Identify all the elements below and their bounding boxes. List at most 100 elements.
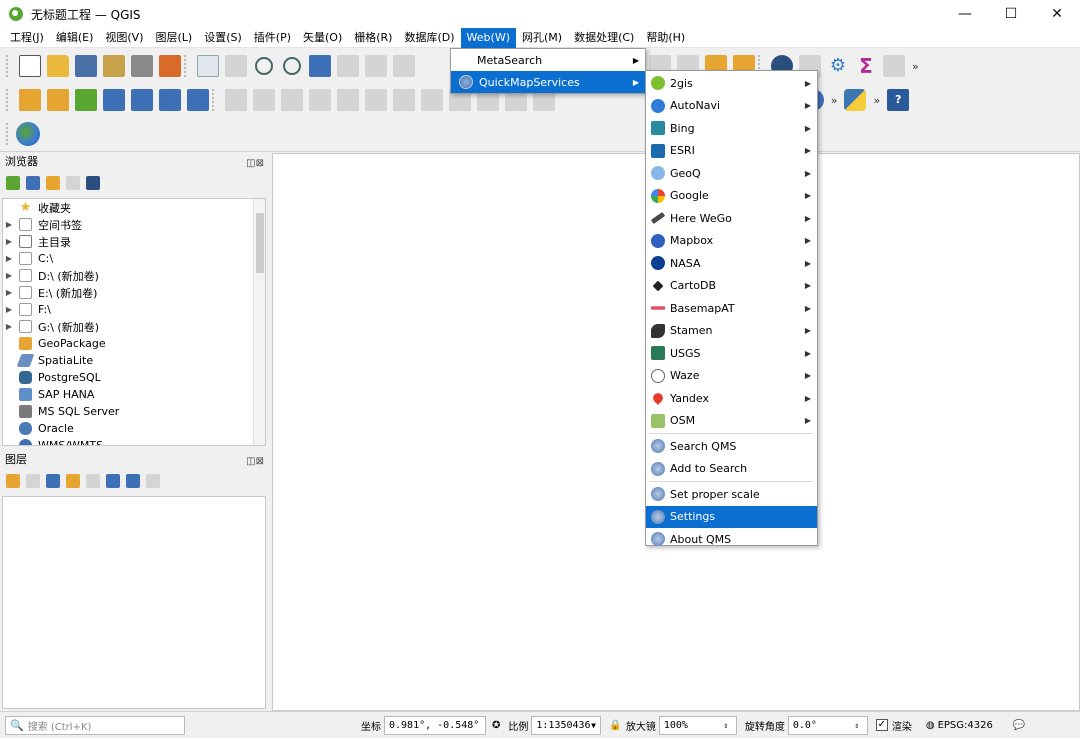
expand-arrow-icon[interactable]: ▶ — [3, 288, 15, 297]
pan-to-selection-icon[interactable] — [225, 55, 247, 77]
qms-provider-item[interactable]: AutoNavi ▶ — [646, 95, 817, 118]
current-edits-icon[interactable] — [225, 89, 247, 111]
remove-layer-icon[interactable] — [146, 474, 160, 488]
menu-item[interactable]: 插件(P) — [248, 28, 297, 48]
qms-provider-item[interactable]: Mapbox ▶ — [646, 230, 817, 253]
style-layers-icon[interactable] — [6, 474, 20, 488]
browser-tree-item[interactable]: ▶ 主目录 — [3, 233, 265, 250]
crs-status[interactable]: EPSG:4326 — [938, 720, 993, 731]
qms-settings-item[interactable]: About QMS — [646, 528, 817, 551]
add-group-icon[interactable] — [26, 474, 40, 488]
qms-search-item[interactable]: Search QMS — [646, 435, 817, 458]
qms-provider-item[interactable]: Yandex ▶ — [646, 387, 817, 410]
messages-icon[interactable]: 💬 — [1013, 720, 1025, 731]
style-manager-icon[interactable] — [159, 55, 181, 77]
settings-gear-icon[interactable]: ⚙ — [827, 55, 849, 77]
browser-tree-item[interactable]: PostgreSQL — [3, 369, 265, 386]
browser-tree-item[interactable]: Oracle — [3, 420, 265, 437]
zoom-out-icon[interactable] — [283, 57, 301, 75]
browser-tree-item[interactable]: ▶ 空间书签 — [3, 216, 265, 233]
add-raster-layer-icon[interactable] — [103, 89, 125, 111]
help-icon[interactable]: ? — [887, 89, 910, 111]
magnifier-spinbox[interactable]: 100% ⇕ — [658, 715, 737, 735]
menu-item[interactable]: 图层(L) — [149, 28, 198, 48]
qms-settings-item[interactable]: Set proper scale — [646, 483, 817, 506]
browser-tree-item[interactable]: GeoPackage — [3, 335, 265, 352]
qms-provider-item[interactable]: 2gis ▶ — [646, 72, 817, 95]
zoom-in-icon[interactable] — [255, 57, 273, 75]
qms-provider-item[interactable]: OSM ▶ — [646, 410, 817, 433]
open-project-icon[interactable] — [47, 55, 69, 77]
toolbar-grip[interactable] — [6, 55, 10, 77]
browser-tree-item[interactable]: ▶ F:\ — [3, 301, 265, 318]
delete-selected-icon[interactable] — [393, 89, 415, 111]
menu-item[interactable]: 设置(S) — [198, 28, 248, 48]
toggle-editing-icon[interactable] — [253, 89, 275, 111]
browser-tree-item[interactable]: ★ 收藏夹 — [3, 199, 265, 216]
menu-item[interactable]: 矢量(O) — [297, 28, 348, 48]
browser-tree-item[interactable]: ▶ C:\ — [3, 250, 265, 267]
web-menu-item[interactable]: QuickMapServices ▶ — [451, 71, 645, 93]
toolbar-grip[interactable] — [212, 89, 216, 111]
qms-provider-item[interactable]: Here WeGo ▶ — [646, 207, 817, 230]
browser-tree-item[interactable]: ▶ G:\ (新加卷) — [3, 318, 265, 335]
save-edits-icon[interactable] — [281, 89, 303, 111]
menu-item[interactable]: 栅格(R) — [348, 28, 398, 48]
add-feature-icon[interactable] — [309, 89, 331, 111]
properties-icon[interactable] — [86, 176, 100, 190]
qms-provider-item[interactable]: Bing ▶ — [646, 117, 817, 140]
expand-arrow-icon[interactable]: ▶ — [3, 305, 15, 314]
qms-provider-item[interactable]: Google ▶ — [646, 185, 817, 208]
spinner-arrows-icon[interactable]: ⇕ — [720, 721, 732, 730]
spinner-arrows-icon[interactable]: ⇕ — [851, 721, 863, 730]
close-button[interactable]: ✕ — [1034, 0, 1080, 28]
menu-item[interactable]: 帮助(H) — [640, 28, 691, 48]
expand-arrow-icon[interactable]: ▶ — [3, 271, 15, 280]
add-virtual-layer-icon[interactable] — [187, 89, 209, 111]
more-tools-chevron-icon[interactable]: » — [831, 94, 838, 107]
qms-provider-item[interactable]: NASA ▶ — [646, 252, 817, 275]
toolbar-grip[interactable] — [6, 122, 10, 145]
qms-provider-item[interactable]: ESRI ▶ — [646, 140, 817, 163]
filter-by-expression-icon[interactable] — [86, 474, 100, 488]
expand-arrow-icon[interactable]: ▶ — [3, 237, 15, 246]
filter-legend-icon[interactable] — [66, 474, 80, 488]
add-mesh-layer-icon[interactable] — [131, 89, 153, 111]
pan-map-icon[interactable] — [197, 55, 219, 77]
qms-search-item[interactable]: Add to Search — [646, 458, 817, 481]
statistics-sigma-icon[interactable]: Σ — [855, 55, 877, 77]
panel-float-close-icon[interactable]: ◫⊠ — [246, 155, 264, 173]
expand-arrow-icon[interactable]: ▶ — [3, 322, 15, 331]
extents-toggle-icon[interactable]: ✪ — [492, 720, 500, 731]
qms-provider-item[interactable]: GeoQ ▶ — [646, 162, 817, 185]
menu-item[interactable]: 工程(J) — [4, 28, 50, 48]
browser-tree-item[interactable]: SpatiaLite — [3, 352, 265, 369]
panel-float-close-icon[interactable]: ◫⊠ — [246, 453, 264, 471]
browser-tree-item[interactable]: WMS/WMTS — [3, 437, 265, 445]
collapse-all-icon[interactable] — [126, 474, 140, 488]
cut-features-icon[interactable] — [421, 89, 443, 111]
browser-tree-item[interactable]: ▶ E:\ (新加卷) — [3, 284, 265, 301]
menu-item[interactable]: 数据处理(C) — [568, 28, 640, 48]
toolbar-grip[interactable] — [184, 55, 188, 77]
add-layer-icon[interactable] — [6, 176, 20, 190]
vertex-tool-icon[interactable] — [337, 89, 359, 111]
web-menu-item[interactable]: MetaSearch ▶ — [451, 49, 645, 71]
expand-arrow-icon[interactable]: ▶ — [3, 220, 15, 229]
menu-item[interactable]: Web(W) — [460, 27, 516, 48]
manage-visibility-icon[interactable] — [46, 474, 60, 488]
qms-settings-item[interactable]: Settings — [646, 505, 817, 528]
qms-provider-item[interactable]: BasemapAT ▶ — [646, 297, 817, 320]
scale-combobox[interactable]: 1:1350436 ▼ — [531, 715, 602, 735]
zoom-to-selection-icon[interactable] — [337, 55, 359, 77]
qms-provider-item[interactable]: Waze ▶ — [646, 365, 817, 388]
browser-tree-item[interactable]: SAP HANA — [3, 386, 265, 403]
collapse-all-icon[interactable] — [66, 176, 80, 190]
globe-plugin-icon[interactable] — [16, 121, 40, 146]
expand-arrow-icon[interactable]: ▶ — [3, 254, 15, 263]
lock-scale-icon[interactable]: 🔒 — [609, 720, 621, 731]
qms-provider-item[interactable]: USGS ▶ — [646, 342, 817, 365]
python-console-icon[interactable] — [844, 89, 867, 111]
menu-item[interactable]: 网孔(M) — [516, 28, 568, 48]
filter-icon[interactable] — [46, 176, 60, 190]
